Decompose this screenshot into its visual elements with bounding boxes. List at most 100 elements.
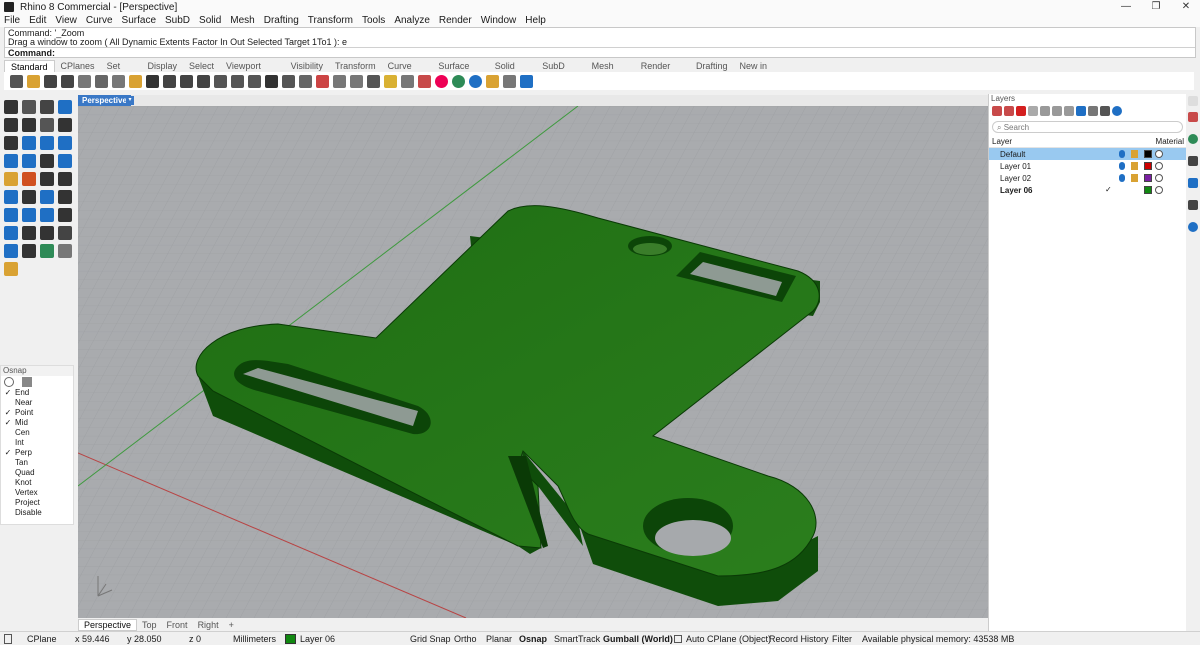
viewport-tab-right[interactable]: Right [193,620,224,630]
osnap-item[interactable]: Cen [1,428,73,438]
extrude-icon[interactable] [58,154,72,168]
lock-icon[interactable] [1131,174,1138,182]
scale-icon[interactable] [22,226,36,240]
osnap-checkbox[interactable]: ✓ [4,449,12,457]
paint-icon[interactable] [4,262,18,276]
save-icon[interactable] [44,74,57,88]
close-button[interactable]: ✕ [1166,0,1200,14]
layer-color-swatch[interactable] [1144,162,1152,170]
osnap-item[interactable]: Quad [1,468,73,478]
fillet-icon[interactable] [22,136,36,150]
material-icon[interactable] [1155,174,1163,182]
group-icon[interactable] [4,226,18,240]
menu-solid[interactable]: Solid [199,15,221,26]
tab-display[interactable]: Display [141,60,183,72]
osnap-item[interactable]: Knot [1,478,73,488]
layer-color-swatch[interactable] [1144,186,1152,194]
osnap-item[interactable]: Disable [1,508,73,518]
layer-row[interactable]: Layer 02 [989,172,1186,184]
loft-icon[interactable] [58,136,72,150]
bulb-icon[interactable] [1119,174,1125,182]
lock-icon[interactable] [367,74,380,88]
osnap-checkbox[interactable] [4,479,12,487]
tab-drafting[interactable]: Drafting [690,60,734,72]
tab-viewport-layout[interactable]: Viewport Layout [220,60,285,83]
layer-icon[interactable] [401,74,414,88]
osnap-item[interactable]: ✓ End [1,388,73,398]
menu-curve[interactable]: Curve [86,15,113,26]
boolean-icon[interactable] [4,172,18,186]
import-icon[interactable] [78,74,91,88]
paste-icon[interactable] [129,74,142,88]
named-views-icon[interactable] [1188,178,1198,188]
osnap-item[interactable]: ✓ Perp [1,448,73,458]
display-icon[interactable] [1188,156,1198,166]
gumball-toggle[interactable]: Gumball (World) [603,633,673,645]
copy-icon[interactable] [112,74,125,88]
current-layer-check[interactable]: ✓ [1105,185,1112,194]
table-icon[interactable] [1088,106,1098,116]
box-icon[interactable] [4,154,18,168]
planar-toggle[interactable]: Planar [486,633,512,645]
layer-name[interactable]: Default [1000,150,1025,159]
arc-icon[interactable] [40,118,54,132]
cylinder-icon[interactable] [40,154,54,168]
osnap-checkbox[interactable] [4,469,12,477]
tab-surface-tools[interactable]: Surface Tools [432,60,488,83]
ortho-toggle[interactable]: Ortho [454,633,477,645]
material-icon[interactable] [452,74,465,88]
material-icon[interactable] [1155,186,1163,194]
current-layer-label[interactable]: Layer 06 [300,633,335,645]
bulb-icon[interactable] [1119,162,1125,170]
perspective-viewport[interactable] [78,106,988,618]
layer-name[interactable]: Layer 01 [1000,162,1031,171]
array-icon[interactable] [40,208,54,222]
add-viewport-button[interactable]: + [224,620,239,630]
osnap-item[interactable]: Tan [1,458,73,468]
smarttrack-toggle[interactable]: SmartTrack [554,633,600,645]
menu-window[interactable]: Window [481,15,517,26]
filter-toggle[interactable]: Filter [832,633,852,645]
layer-color-swatch[interactable] [1144,150,1152,158]
command-input[interactable]: Command: [5,47,1195,58]
menu-icon[interactable] [1100,106,1110,116]
viewport-tab-front[interactable]: Front [162,620,193,630]
tab-new-in-v8[interactable]: New in V8 [733,60,779,83]
layer-row[interactable]: Layer 01 [989,160,1186,172]
osnap-toggle-icon[interactable] [4,377,14,387]
menu-edit[interactable]: Edit [29,15,46,26]
close-panel-icon[interactable] [1188,96,1198,106]
material-icon[interactable] [1155,150,1163,158]
osnap-item[interactable]: Project [1,498,73,508]
zoom-icon[interactable] [197,74,210,88]
new-sublayer-icon[interactable] [1004,106,1014,116]
join-icon[interactable] [40,190,54,204]
dimension-icon[interactable] [4,208,18,222]
menu-tools[interactable]: Tools [362,15,385,26]
osnap-checkbox[interactable] [4,489,12,497]
select-arrow-icon[interactable] [4,100,18,114]
tab-subd-tools[interactable]: SubD Tools [536,60,585,83]
layout-icon[interactable] [58,244,72,258]
viewport-title[interactable]: Perspective [78,95,131,106]
osnap-checkbox[interactable] [4,499,12,507]
cut-icon[interactable] [95,74,108,88]
tab-curve-tools[interactable]: Curve Tools [382,60,433,83]
layer-row[interactable]: Default [989,148,1186,160]
point-icon[interactable] [22,100,36,114]
check-icon[interactable] [58,226,72,240]
new-file-icon[interactable] [10,74,23,88]
rectangle-icon[interactable] [58,100,72,114]
tab-standard[interactable]: Standard [4,60,55,72]
polyline-icon[interactable] [40,100,54,114]
layer-name[interactable]: Layer 06 [1000,186,1032,195]
lock-icon[interactable] [1131,150,1138,158]
properties-icon[interactable] [299,74,312,88]
current-layer-swatch[interactable] [285,634,296,644]
undo-icon[interactable] [146,74,159,88]
surface-icon[interactable] [40,136,54,150]
layer-search-input[interactable]: ⌕ Search [992,121,1183,133]
arrow-left-icon[interactable] [1064,106,1074,116]
explode-icon[interactable] [58,190,72,204]
delete-icon[interactable] [1016,106,1026,116]
